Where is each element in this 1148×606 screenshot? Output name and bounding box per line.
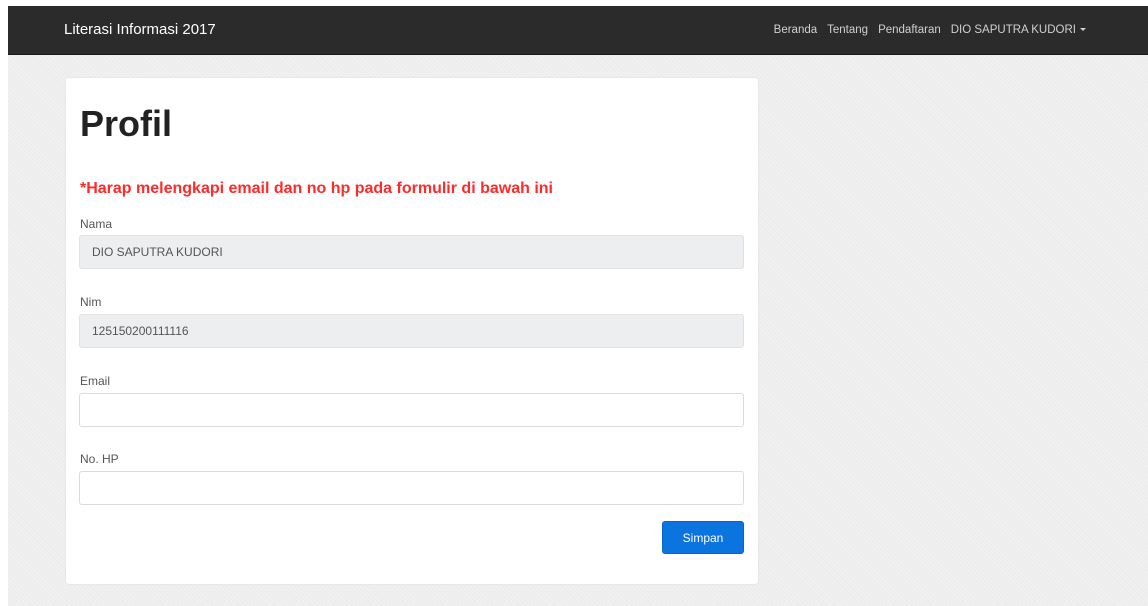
nav-link-pendaftaran[interactable]: Pendaftaran: [878, 24, 941, 36]
no-hp-input[interactable]: [79, 471, 744, 505]
page: Literasi Informasi 2017 Beranda Tentang …: [8, 6, 1148, 606]
email-input[interactable]: [79, 393, 744, 427]
profile-card: Profil *Harap melengkapi email dan no hp…: [66, 78, 758, 584]
required-notice: *Harap melengkapi email dan no hp pada f…: [80, 180, 553, 197]
email-label: Email: [80, 374, 111, 388]
nav-link-beranda[interactable]: Beranda: [774, 24, 817, 36]
caret-down-icon: [1080, 28, 1086, 32]
save-button[interactable]: Simpan: [662, 521, 744, 554]
nama-input[interactable]: [79, 235, 744, 269]
nav-links: Beranda Tentang Pendaftaran DIO SAPUTRA …: [774, 6, 1086, 54]
page-title: Profil: [80, 103, 173, 144]
nav-link-tentang[interactable]: Tentang: [827, 24, 868, 36]
nama-label: Nama: [80, 217, 113, 231]
no-hp-label: No. HP: [80, 452, 119, 466]
top-navbar: Literasi Informasi 2017 Beranda Tentang …: [8, 6, 1148, 55]
nim-input[interactable]: [79, 314, 744, 348]
brand-link[interactable]: Literasi Informasi 2017: [64, 6, 216, 54]
nim-label: Nim: [80, 295, 102, 309]
user-menu-dropdown[interactable]: DIO SAPUTRA KUDORI: [951, 24, 1086, 36]
user-menu-label: DIO SAPUTRA KUDORI: [950, 24, 1076, 36]
